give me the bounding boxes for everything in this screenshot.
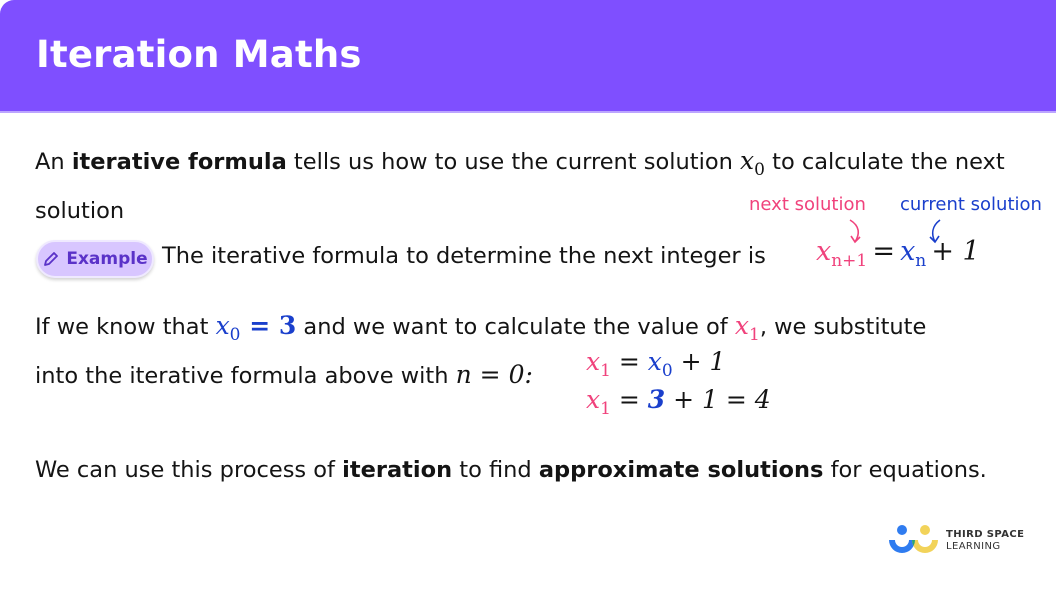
math-x1: x1 [734,311,760,345]
formula-plus-one: + 1 [931,236,980,267]
annotation-next-solution: next solution [749,194,866,215]
math-n-equals-0: n = 0: [455,360,533,389]
third-space-learning-logo: THIRD SPACE LEARNING [888,524,1038,558]
intro-paragraph: An iterative formula tells us how to use… [35,140,1025,232]
math-x0-equals-3: x0 = 3 [215,311,297,345]
intro-text: An [35,149,72,175]
formula-next-term: xn+1 [816,236,868,271]
logo-text-line2: LEARNING [946,541,1001,552]
pencil-icon [44,252,59,266]
iterative-formula: xn+1 = xn + 1 [816,236,980,271]
example-text: The iterative formula to determine the n… [162,243,766,269]
math-x0: x0 [740,146,765,180]
conclusion-paragraph: We can use this process of iteration to … [35,457,987,483]
term-iterative-formula: iterative formula [71,149,287,175]
logo-icon [889,525,938,553]
substitution-paragraph: If we know that x0 = 3 and we want to ca… [35,311,927,389]
formula-current-term: xn [900,236,927,271]
formula-equals: = [872,236,895,267]
term-iteration: iteration [342,457,453,483]
term-approximate-solutions: approximate solutions [538,457,824,483]
page-title: Iteration Maths [36,33,362,76]
intro-text: tells us how to use the current solution [286,149,741,175]
example-badge: Example [36,240,154,278]
substitution-equations: x1 = x0 + 1 x1 = 3 + 1 = 4 [586,343,771,419]
equation-line-2: x1 = 3 + 1 = 4 [586,385,771,419]
logo-text-line1: THIRD SPACE [946,529,1025,540]
annotation-current-solution: current solution [900,194,1042,215]
equation-line-1: x1 = x0 + 1 [586,347,726,381]
example-badge-label: Example [66,249,148,269]
header-banner: Iteration Maths [0,0,1056,113]
